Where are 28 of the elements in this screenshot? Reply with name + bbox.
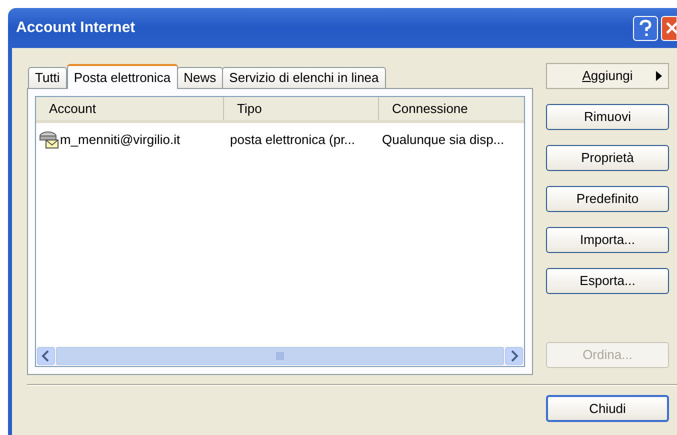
scrollbar-thumb[interactable]	[56, 347, 504, 365]
triangle-right-icon	[656, 71, 662, 81]
tab[interactable]: Posta elettronica	[66, 64, 178, 89]
tab[interactable]: Servizio di elenchi in linea	[222, 67, 386, 88]
action-button[interactable]: Importa...	[546, 227, 669, 253]
table-cell-text: Qualunque sia disp...	[382, 131, 504, 150]
add-menu-button[interactable]: Aggiungi	[546, 63, 669, 89]
tab[interactable]: News	[176, 67, 224, 88]
table-cell-text: m_menniti@virgilio.it	[60, 131, 180, 150]
close-icon[interactable]	[661, 16, 677, 40]
action-button[interactable]: Predefinito	[546, 186, 669, 212]
mail-account-icon	[39, 131, 59, 149]
grip-icon	[276, 352, 284, 360]
scroll-right-icon[interactable]	[505, 347, 523, 365]
column-header[interactable]: Account	[36, 97, 223, 120]
action-button[interactable]: Rimuovi	[546, 104, 669, 130]
column-header[interactable]: Connessione	[378, 97, 524, 120]
action-button[interactable]: Esporta...	[546, 268, 669, 294]
tab[interactable]: Tutti	[28, 67, 67, 88]
help-icon[interactable]	[633, 16, 658, 40]
scroll-left-icon[interactable]	[37, 347, 55, 365]
table-cell-text: posta elettronica (pr...	[230, 131, 356, 150]
account-row[interactable]: m_menniti@virgilio.it posta elettronica (pr... Qualunque sia disp...	[36, 129, 524, 151]
column-header[interactable]: Tipo	[223, 97, 378, 120]
action-button[interactable]: Proprietà	[546, 145, 669, 171]
horizontal-scrollbar[interactable]	[36, 346, 524, 366]
close-dialog-button[interactable]: Chiudi	[546, 395, 669, 422]
window-title: Account Internet	[16, 18, 136, 38]
